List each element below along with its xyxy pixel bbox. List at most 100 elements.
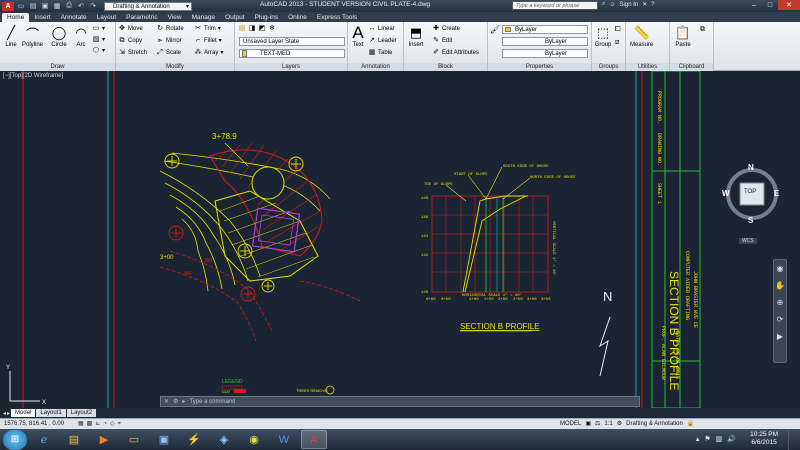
steering-wheel-icon[interactable]: ◉ [774,264,786,273]
table-button[interactable]: ▦ Table [368,48,393,58]
text-button[interactable]: A Text [349,23,367,48]
autocad-taskbar-icon[interactable]: A [301,430,327,449]
folder-icon[interactable]: ▭ [121,430,147,449]
panel-title-block[interactable]: Block [404,63,487,71]
exchange-icon[interactable]: ✕ [642,1,647,8]
remote-icon[interactable]: ▣ [151,430,177,449]
color-select[interactable]: ByLayer [502,25,588,34]
panel-title-annotation[interactable]: Annotation [348,63,403,71]
search-icon[interactable]: ⌕ [602,1,605,8]
start-button[interactable]: ⊞ [3,429,27,450]
command-line[interactable]: ✕ ⚙ ▸ Type a command [160,396,640,407]
saveas-icon[interactable]: ▦ [52,2,62,11]
zoom-icon[interactable]: ⊕ [774,298,786,307]
stretch-button[interactable]: ⇲ Stretch [118,48,147,58]
volume-icon[interactable]: 🔊 [727,435,736,443]
minimize-button[interactable]: – [746,0,762,10]
line-button[interactable]: ╱ Line [2,24,20,48]
word-icon[interactable]: W [271,430,297,449]
tab-model[interactable]: Model [11,409,36,417]
new-icon[interactable]: ▭ [16,2,26,11]
scale-button[interactable]: ⤢ Scale [156,48,181,58]
command-history-icon[interactable]: ▸ [182,398,185,405]
copy-button[interactable]: ⧉ Copy [118,36,143,46]
tab-annotate[interactable]: Annotate [56,13,92,22]
tab-output[interactable]: Output [220,13,250,22]
arc-button[interactable]: ◠ Arc [72,24,90,48]
tab-express-tools[interactable]: Express Tools [312,13,362,22]
tab-layout[interactable]: Layout [92,13,122,22]
search-input[interactable]: Type a keyword or phrase [512,1,598,10]
layer-state-select[interactable]: Unsaved Layer State [239,37,345,46]
tab-nav-right-icon[interactable]: ▸ [7,410,10,417]
workspace-dropdown[interactable]: Drafting & Annotation [104,1,192,11]
flag-icon[interactable]: ⚑ [704,435,710,443]
navcube[interactable]: TOP N S E W WCS [722,161,782,244]
panel-title-modify[interactable]: Modify [116,63,234,71]
current-layer-select[interactable]: TEXT-MED [239,49,345,58]
linear-dimension-button[interactable]: ↔ Linear [368,24,395,34]
panel-title-groups[interactable]: Groups [592,63,625,71]
tab-home[interactable]: Home [2,13,30,22]
copy-clip-icon[interactable]: ⧉ [700,26,705,34]
help-icon[interactable]: ? [651,2,654,8]
explorer-icon[interactable]: ▤ [61,430,87,449]
trim-button[interactable]: ✂ Trim ▾ [194,24,221,34]
edit-block-button[interactable]: ✎ Edit [432,36,452,46]
sign-in-link[interactable]: Sign In [620,2,639,8]
panel-title-utilities[interactable]: Utilities [626,63,669,71]
navcube-west[interactable]: W [722,189,730,198]
measure-button[interactable]: 📏 Measure [630,24,653,48]
circle-button[interactable]: ◯ Circle [50,24,68,48]
group-edit-icon[interactable]: ⧄ [615,39,619,47]
panel-title-draw[interactable]: Draw [0,63,115,71]
show-desktop-button[interactable] [788,429,800,450]
tab-parametric[interactable]: Parametric [121,13,162,22]
move-button[interactable]: ✥ Move [118,24,143,34]
create-block-button[interactable]: ✚ Create [432,24,460,34]
navcube-north[interactable]: N [748,163,754,172]
close-command-icon[interactable]: ✕ [164,398,169,405]
save-icon[interactable]: ▣ [40,2,50,11]
network-app-icon[interactable]: ◈ [211,430,237,449]
command-input[interactable]: Type a command [189,399,235,405]
ie-icon[interactable]: ℯ [31,430,57,449]
chrome-icon[interactable]: ◉ [241,430,267,449]
tab-view[interactable]: View [163,13,187,22]
insert-block-button[interactable]: ⬒ Insert [407,24,425,48]
fillet-button[interactable]: ⌐ Fillet ▾ [194,36,222,46]
match-properties-icon[interactable]: 🖌 [490,25,500,34]
rotate-button[interactable]: ↻ Rotate [156,24,184,34]
panel-title-clipboard[interactable]: Clipboard [670,63,713,71]
linetype-select[interactable]: ByLayer [502,37,588,46]
taskbar-clock[interactable]: 10:25 PM 6/6/2015 [750,431,778,447]
media-player-icon[interactable]: ▶ [91,430,117,449]
customize-icon[interactable]: ⚙ [173,398,178,405]
tab-insert[interactable]: Insert [29,13,55,22]
lineweight-select[interactable]: ByLayer [502,49,588,58]
region-button[interactable]: ⬡ ▾ [92,46,105,56]
tab-layout1[interactable]: Layout1 [36,409,66,417]
drawing-viewport[interactable]: [−][Top][2D Wireframe] PROGRAM NO. DRAWI… [0,71,800,408]
open-icon[interactable]: ▤ [28,2,38,11]
print-icon[interactable]: ⎙ [64,2,74,11]
close-button[interactable]: ✕ [778,0,800,10]
group-button[interactable]: ⬚ Group [594,24,612,48]
polyline-button[interactable]: ⌒ Polyline [22,24,43,49]
user-icon[interactable]: ☺ [609,2,615,8]
orbit-icon[interactable]: ⟳ [774,315,786,324]
wcs-menu[interactable]: WCS [739,238,757,244]
layer-properties-button[interactable]: ▤ ◨ ◩ ❄ [238,24,276,34]
tab-online[interactable]: Online [283,13,312,22]
panel-title-layers[interactable]: Layers [235,63,347,71]
acrobat-icon[interactable]: ⚡ [181,430,207,449]
navcube-top-face[interactable]: TOP [744,189,756,195]
tab-plugins[interactable]: Plug-ins [250,13,283,22]
navcube-south[interactable]: S [748,216,753,225]
array-button[interactable]: ⁂ Array ▾ [194,48,224,58]
panel-title-properties[interactable]: Properties [488,63,591,71]
edit-attributes-button[interactable]: ✐ Edit Attributes [432,48,479,58]
pan-icon[interactable]: ✋ [774,281,786,290]
hatch-button[interactable]: ▨ ▾ [92,35,105,45]
showmotion-icon[interactable]: ▶ [774,332,786,341]
